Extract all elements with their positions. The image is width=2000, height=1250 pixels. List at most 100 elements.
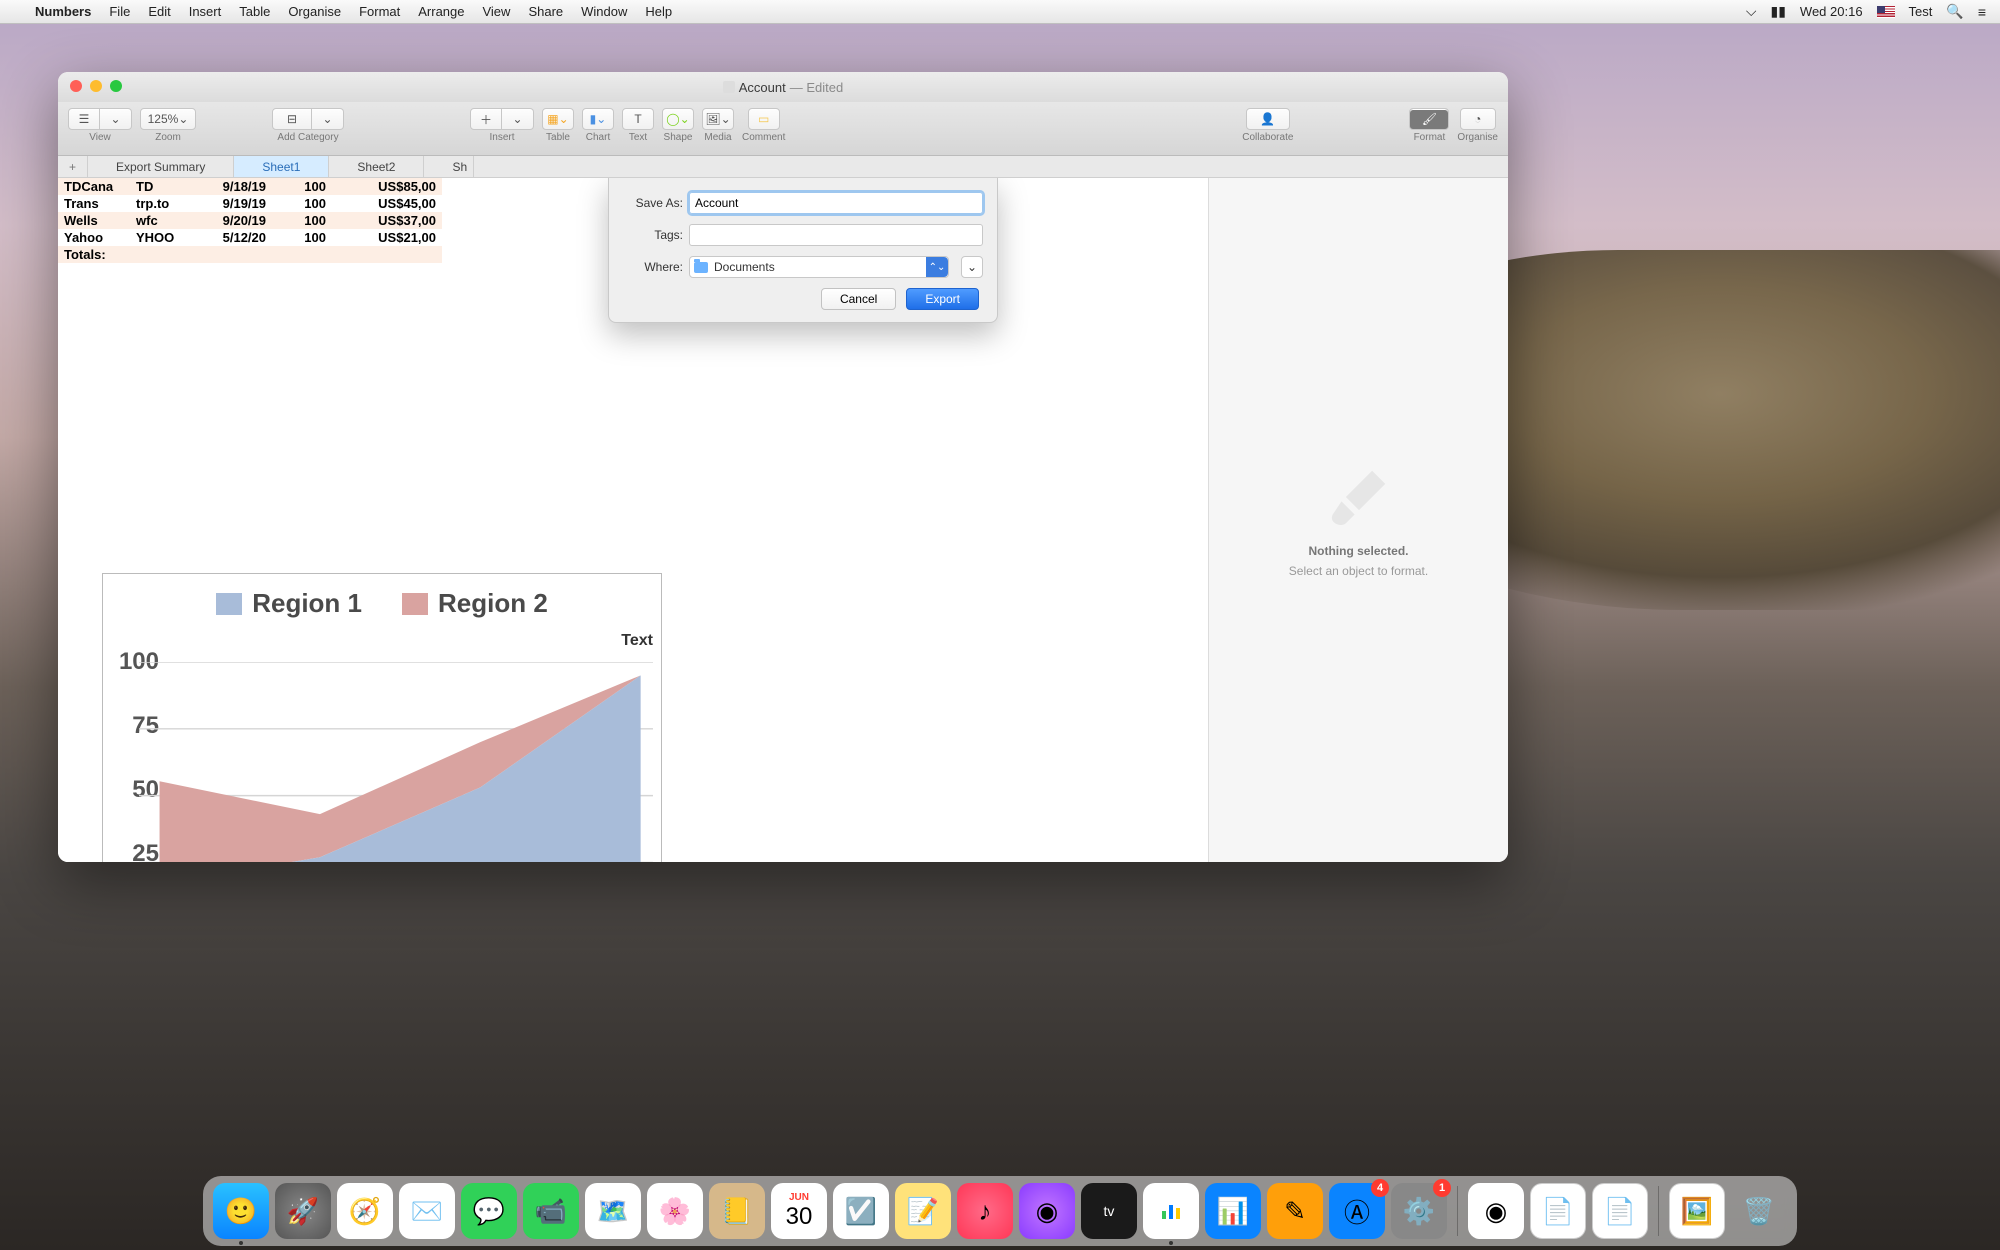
dock-numbers[interactable] <box>1143 1183 1199 1239</box>
dock-mail[interactable]: ✉️ <box>399 1183 455 1239</box>
window-title-edited: — Edited <box>790 80 843 95</box>
shape-label: Shape <box>664 132 693 143</box>
zoom-button[interactable] <box>110 80 122 92</box>
menu-share[interactable]: Share <box>519 4 572 19</box>
dock-chrome[interactable]: ◉ <box>1468 1183 1524 1239</box>
table-row[interactable]: TDCanaTD9/18/19100US$85,00 <box>58 178 442 195</box>
paintbrush-icon <box>1324 462 1394 532</box>
table-button[interactable]: ▦⌄ <box>542 108 574 130</box>
where-select[interactable]: Documents ⌃⌄ <box>689 256 949 278</box>
chart-annotation[interactable]: Text <box>621 632 653 650</box>
dock-music[interactable]: ♪ <box>957 1183 1013 1239</box>
add-category-button[interactable]: ⊟ <box>272 108 312 130</box>
collaborate-button[interactable]: 👤 <box>1246 108 1290 130</box>
tab-sheet1[interactable]: Sheet1 <box>234 156 329 177</box>
dock-calendar[interactable]: JUN30 <box>771 1183 827 1239</box>
zoom-select[interactable]: 125% ⌄ <box>140 108 196 130</box>
tab-sheet2[interactable]: Sheet2 <box>329 156 424 177</box>
table-row[interactable]: Totals: <box>58 246 442 263</box>
close-button[interactable] <box>70 80 82 92</box>
expand-button[interactable]: ⌄ <box>961 256 983 278</box>
list-icon[interactable]: ≡ <box>1978 4 1986 20</box>
numbers-window: Account — Edited ☰ ⌄ View 125% ⌄ Zoom ⊟ … <box>58 72 1508 862</box>
folder-icon <box>694 262 708 273</box>
inspector-panel: Nothing selected. Select an object to fo… <box>1208 178 1508 862</box>
text-button[interactable]: T <box>622 108 654 130</box>
format-button[interactable]: 🖌 <box>1409 108 1449 130</box>
dock-document[interactable]: 📄 <box>1592 1183 1648 1239</box>
dock-appstore[interactable]: Ⓐ4 <box>1329 1183 1385 1239</box>
app-menu[interactable]: Numbers <box>26 4 100 19</box>
data-table[interactable]: TDCanaTD9/18/19100US$85,00 Transtrp.to9/… <box>58 178 442 263</box>
table-label: Table <box>546 132 570 143</box>
tab-sheet-truncated[interactable]: Sh <box>424 156 474 177</box>
view-dropdown[interactable]: ⌄ <box>100 108 132 130</box>
add-sheet-button[interactable]: + <box>58 156 88 177</box>
dock-notes[interactable]: 📝 <box>895 1183 951 1239</box>
comment-label: Comment <box>742 132 785 143</box>
titlebar[interactable]: Account — Edited <box>58 72 1508 102</box>
chart-button[interactable]: ▮⌄ <box>582 108 614 130</box>
dock-safari[interactable]: 🧭 <box>337 1183 393 1239</box>
menu-window[interactable]: Window <box>572 4 636 19</box>
tab-export-summary[interactable]: Export Summary <box>88 156 234 177</box>
dock-pages[interactable]: ✎ <box>1267 1183 1323 1239</box>
export-button[interactable]: Export <box>906 288 979 310</box>
sheet-canvas[interactable]: TDCanaTD9/18/19100US$85,00 Transtrp.to9/… <box>58 178 1208 862</box>
insert-dropdown[interactable]: ⌄ <box>502 108 534 130</box>
inspector-title: Nothing selected. <box>1308 544 1408 558</box>
text-label: Text <box>629 132 647 143</box>
dock-reminders[interactable]: ☑️ <box>833 1183 889 1239</box>
menu-organise[interactable]: Organise <box>279 4 350 19</box>
insert-button[interactable]: ＋ <box>470 108 502 130</box>
spotlight-icon[interactable]: 🔍 <box>1946 3 1963 20</box>
dock-screenshot[interactable]: 🖼️ <box>1669 1183 1725 1239</box>
dock-facetime[interactable]: 📹 <box>523 1183 579 1239</box>
dock-launchpad[interactable]: 🚀 <box>275 1183 331 1239</box>
table-row[interactable]: YahooYHOO5/12/20100US$21,00 <box>58 229 442 246</box>
view-button[interactable]: ☰ <box>68 108 100 130</box>
save-as-label: Save As: <box>623 196 683 210</box>
window-title: Account <box>739 80 786 95</box>
dock-maps[interactable]: 🗺️ <box>585 1183 641 1239</box>
menubar-clock[interactable]: Wed 20:16 <box>1800 4 1863 19</box>
dock-keynote[interactable]: 📊 <box>1205 1183 1261 1239</box>
dock-photos[interactable]: 🌸 <box>647 1183 703 1239</box>
area-chart[interactable]: Region 1 Region 2 Text 100 75 50 25 0 Ap… <box>102 573 662 862</box>
comment-button[interactable]: ▭ <box>748 108 780 130</box>
menu-edit[interactable]: Edit <box>139 4 179 19</box>
where-value: Documents <box>714 260 775 274</box>
table-row[interactable]: Wellswfc9/20/19100US$37,00 <box>58 212 442 229</box>
dock-podcasts[interactable]: ◉ <box>1019 1183 1075 1239</box>
cancel-button[interactable]: Cancel <box>821 288 896 310</box>
menu-help[interactable]: Help <box>636 4 681 19</box>
dock-settings[interactable]: ⚙️1 <box>1391 1183 1447 1239</box>
wifi-icon[interactable]: ⌵ <box>1746 3 1757 20</box>
table-row[interactable]: Transtrp.to9/19/19100US$45,00 <box>58 195 442 212</box>
media-button[interactable]: 🖼⌄ <box>702 108 734 130</box>
input-source-flag-icon[interactable] <box>1877 6 1895 18</box>
menu-file[interactable]: File <box>100 4 139 19</box>
add-category-dropdown[interactable]: ⌄ <box>312 108 344 130</box>
menubar-user[interactable]: Test <box>1909 4 1933 19</box>
save-as-input[interactable] <box>689 192 983 214</box>
shape-button[interactable]: ◯⌄ <box>662 108 694 130</box>
organise-button[interactable]: ◔ <box>1460 108 1496 130</box>
battery-icon[interactable]: ▮▮ <box>1770 3 1785 20</box>
dock-contacts[interactable]: 📒 <box>709 1183 765 1239</box>
menu-arrange[interactable]: Arrange <box>409 4 473 19</box>
minimize-button[interactable] <box>90 80 102 92</box>
toolbar: ☰ ⌄ View 125% ⌄ Zoom ⊟ ⌄ Add Category ＋⌄… <box>58 102 1508 156</box>
dock-document[interactable]: 📄 <box>1530 1183 1586 1239</box>
dock-tv[interactable]: tv <box>1081 1183 1137 1239</box>
dock-trash[interactable]: 🗑️ <box>1731 1183 1787 1239</box>
chevron-updown-icon: ⌃⌄ <box>926 257 948 277</box>
menu-format[interactable]: Format <box>350 4 409 19</box>
menu-view[interactable]: View <box>473 4 519 19</box>
menu-table[interactable]: Table <box>230 4 279 19</box>
dock-finder[interactable]: 🙂 <box>213 1183 269 1239</box>
dock-messages[interactable]: 💬 <box>461 1183 517 1239</box>
legend-label-region2: Region 2 <box>438 588 548 619</box>
tags-input[interactable] <box>689 224 983 246</box>
menu-insert[interactable]: Insert <box>180 4 231 19</box>
